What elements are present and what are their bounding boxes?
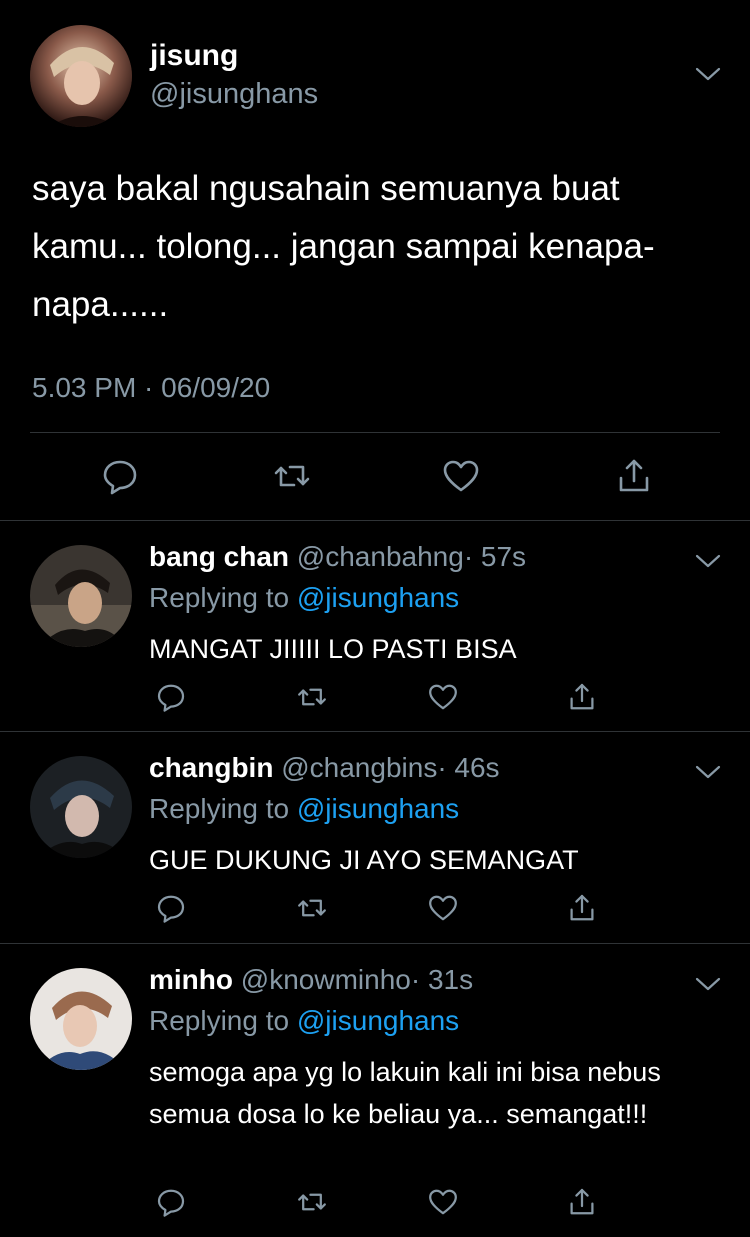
chevron-down-icon[interactable]: [694, 64, 722, 84]
mention-link[interactable]: @jisunghans: [297, 1005, 459, 1036]
tweet-actions: [0, 450, 750, 502]
reply-tweet[interactable]: bang chan @chanbahng· 57s Replying to @j…: [0, 521, 750, 732]
divider: [30, 432, 720, 433]
retweet-icon[interactable]: [290, 886, 334, 930]
reply-time: · 46s: [437, 752, 500, 783]
reply-icon[interactable]: [149, 886, 193, 930]
reply-time: · 57s: [463, 541, 527, 572]
like-icon[interactable]: [421, 675, 465, 719]
reply-actions: [0, 886, 750, 930]
avatar[interactable]: [30, 968, 132, 1070]
tweet-thread-page: jisung @jisunghans saya bakal ngusahain …: [0, 0, 750, 1237]
display-name[interactable]: jisung: [150, 39, 238, 73]
retweet-icon[interactable]: [266, 450, 318, 502]
user-handle[interactable]: @changbins: [281, 752, 437, 783]
like-icon[interactable]: [435, 450, 487, 502]
avatar[interactable]: [30, 545, 132, 647]
like-icon[interactable]: [421, 886, 465, 930]
reply-header: minho @knowminho· 31s: [149, 964, 473, 996]
reply-icon[interactable]: [149, 1180, 193, 1224]
display-name[interactable]: changbin: [149, 752, 273, 783]
avatar[interactable]: [30, 25, 132, 127]
share-icon[interactable]: [560, 1180, 604, 1224]
display-name[interactable]: bang chan: [149, 541, 289, 572]
like-icon[interactable]: [421, 1180, 465, 1224]
share-icon[interactable]: [560, 886, 604, 930]
mention-link[interactable]: @jisunghans: [297, 582, 459, 613]
replying-label: Replying to: [149, 793, 290, 824]
reply-time: · 31s: [410, 964, 474, 995]
tweet-timestamp: 5.03 PM · 06/09/20: [32, 372, 271, 403]
reply-text: MANGAT JIIIII LO PASTI BISA: [149, 634, 517, 664]
reply-header: changbin @changbins· 46s: [149, 752, 500, 784]
chevron-down-icon[interactable]: [694, 551, 722, 571]
main-tweet[interactable]: jisung @jisunghans saya bakal ngusahain …: [0, 0, 750, 521]
reply-header: bang chan @chanbahng· 57s: [149, 541, 526, 573]
reply-text: GUE DUKUNG JI AYO SEMANGAT: [149, 845, 579, 875]
reply-tweet[interactable]: changbin @changbins· 46s Replying to @ji…: [0, 732, 750, 944]
tweet-text: saya bakal ngusahain semuanya buat kamu.…: [32, 169, 655, 324]
chevron-down-icon[interactable]: [694, 974, 722, 994]
replying-label: Replying to: [149, 582, 290, 613]
replying-to: Replying to @jisunghans: [149, 1005, 459, 1037]
reply-actions: [0, 675, 750, 719]
mention-link[interactable]: @jisunghans: [297, 793, 459, 824]
retweet-icon[interactable]: [290, 675, 334, 719]
share-icon[interactable]: [560, 675, 604, 719]
user-handle[interactable]: @knowminho: [241, 964, 411, 995]
share-icon[interactable]: [608, 450, 660, 502]
replying-to: Replying to @jisunghans: [149, 582, 459, 614]
reply-icon[interactable]: [94, 450, 146, 502]
reply-tweet[interactable]: minho @knowminho· 31s Replying to @jisun…: [0, 944, 750, 1236]
replying-label: Replying to: [149, 1005, 290, 1036]
retweet-icon[interactable]: [290, 1180, 334, 1224]
avatar[interactable]: [30, 756, 132, 858]
reply-text: semoga apa yg lo lakuin kali ini bisa ne…: [149, 1057, 661, 1129]
replying-to: Replying to @jisunghans: [149, 793, 459, 825]
reply-icon[interactable]: [149, 675, 193, 719]
display-name[interactable]: minho: [149, 964, 233, 995]
user-handle[interactable]: @chanbahng: [297, 541, 464, 572]
chevron-down-icon[interactable]: [694, 762, 722, 782]
reply-actions: [0, 1180, 750, 1224]
user-handle[interactable]: @jisunghans: [150, 78, 318, 111]
